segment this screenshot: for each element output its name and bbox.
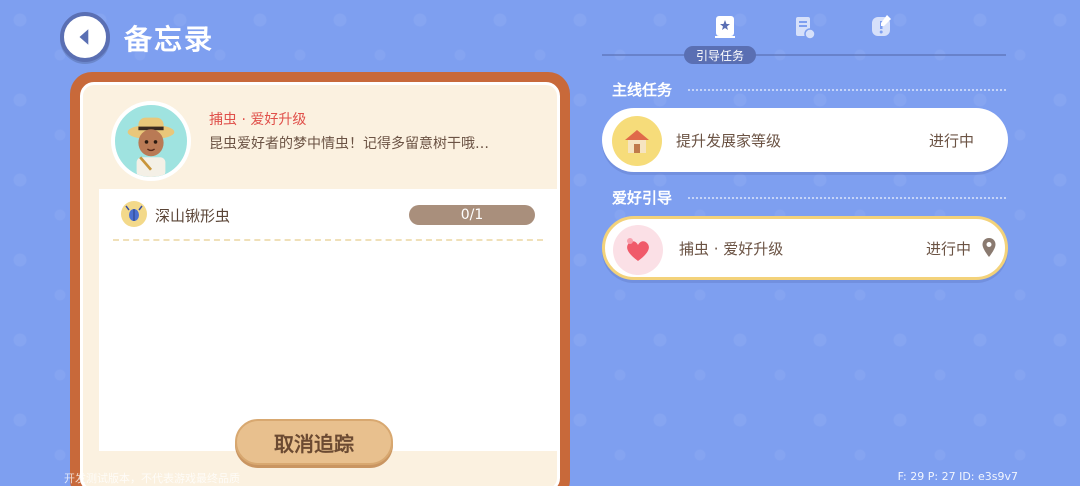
back-button[interactable]: [60, 12, 110, 62]
heart-icon: [613, 225, 663, 275]
divider: [113, 239, 543, 241]
quest-detail-panel: 捕虫 · 爱好升级 昆虫爱好者的梦中情虫！记得多留意树干哦… 深山锹形虫 0/1…: [70, 72, 570, 486]
guide-book-icon[interactable]: [710, 12, 740, 42]
debug-stats: F: 29 P: 27 ID: e3s9v7: [897, 470, 1018, 483]
quest-title: 捕虫 · 爱好升级: [209, 112, 307, 128]
task-card-main[interactable]: 提升发展家等级 进行中: [602, 108, 1008, 172]
tab-guide-tasks[interactable]: 引导任务: [684, 46, 757, 64]
npc-avatar: [111, 101, 191, 181]
beetle-icon: [121, 201, 147, 227]
section-label-main: 主线任务: [612, 81, 673, 99]
page-title: 备忘录: [124, 23, 215, 56]
task-card-hobby[interactable]: 捕虫 · 爱好升级 进行中: [602, 216, 1008, 280]
back-arrow-icon: [79, 29, 89, 45]
location-pin-icon[interactable]: [981, 237, 997, 259]
tab-underline: [602, 54, 1006, 56]
clipboard-icon[interactable]: [789, 12, 819, 42]
requirement-name: 深山锹形虫: [155, 207, 231, 225]
section-label-hobby: 爱好引导: [612, 189, 673, 207]
section-divider: [688, 197, 1006, 199]
quest-description: 昆虫爱好者的梦中情虫！记得多留意树干哦…: [209, 136, 489, 152]
requirement-progress: 0/1: [409, 205, 535, 225]
task-status: 进行中: [928, 132, 974, 150]
section-divider: [688, 89, 1006, 91]
quest-detail-inner: 捕虫 · 爱好升级 昆虫爱好者的梦中情虫！记得多留意树干哦… 深山锹形虫 0/1…: [80, 82, 560, 486]
cancel-tracking-button[interactable]: 取消追踪: [235, 419, 393, 465]
house-icon: [612, 116, 662, 166]
requirements-area: 深山锹形虫 0/1: [99, 189, 557, 451]
build-notice: 开发测试版本，不代表游戏最终品质: [64, 472, 240, 485]
task-name: 捕虫 · 爱好升级: [679, 240, 784, 258]
task-status: 进行中: [925, 240, 971, 258]
task-name: 提升发展家等级: [676, 132, 782, 150]
notebook-icon[interactable]: [866, 12, 896, 42]
